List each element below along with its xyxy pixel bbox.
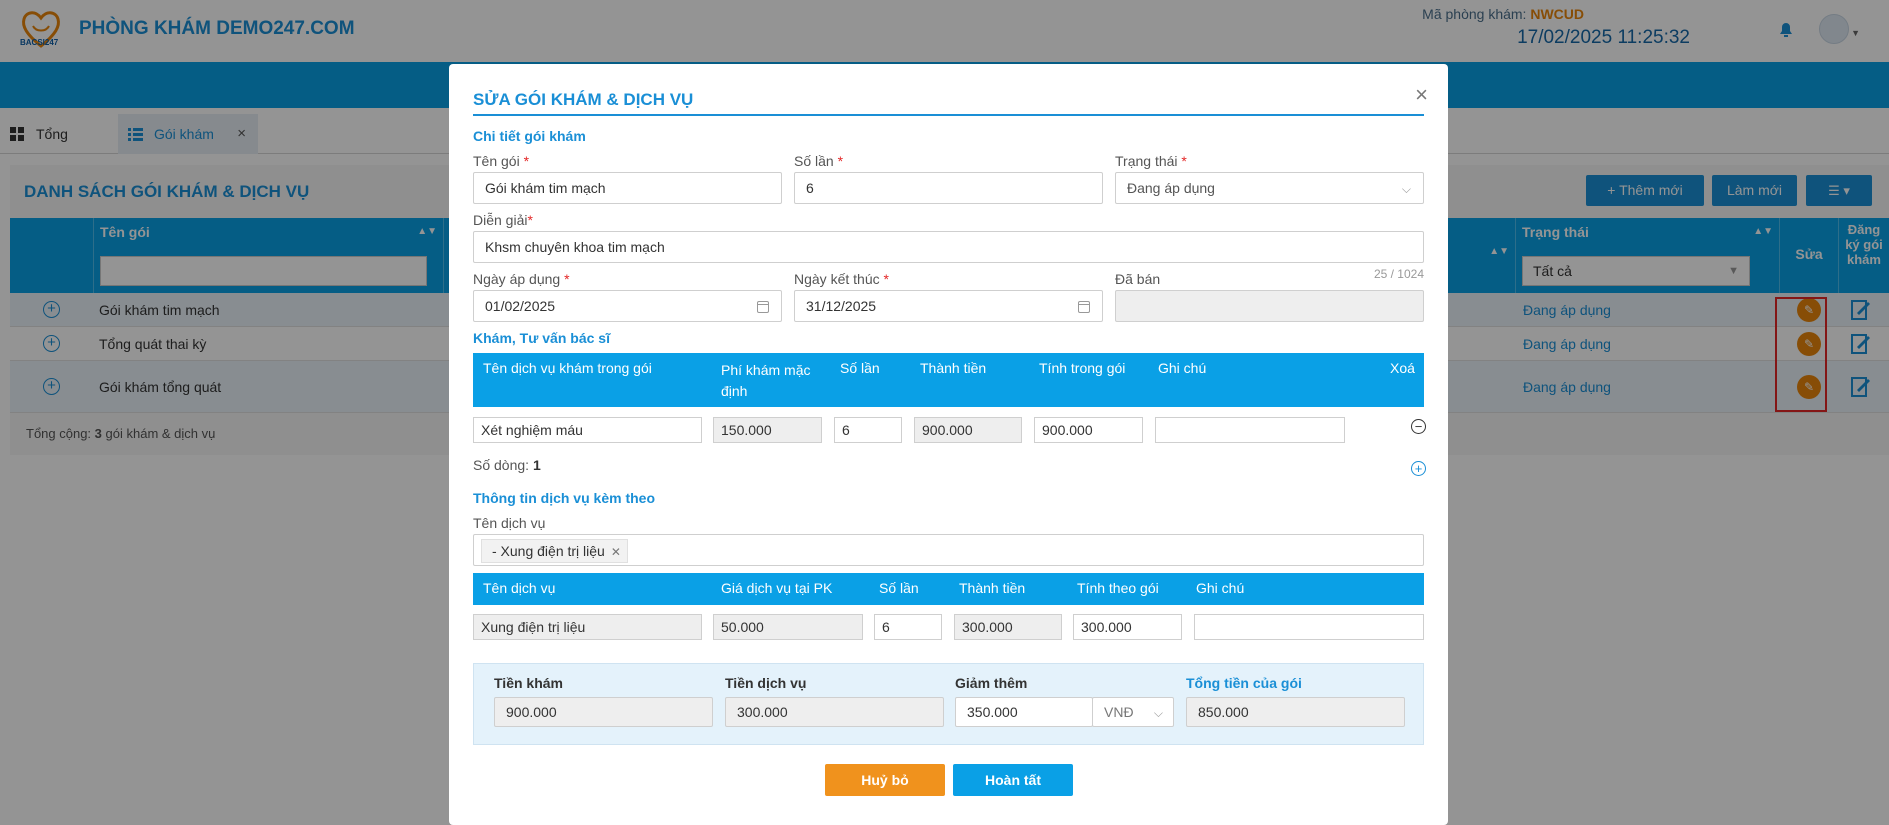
row-count-label: Số dòng: (473, 457, 530, 473)
start-date-value: 01/02/2025 (485, 298, 556, 314)
count-label-text: Số lần (794, 153, 834, 169)
service-note-input[interactable] (1194, 614, 1424, 640)
col-exam-name: Tên dịch vụ khám trong gói (483, 360, 652, 376)
exam-fee-field: 150.000 (713, 417, 822, 443)
exam-amount-field: 900.000 (914, 417, 1022, 443)
chevron-down-icon: ⌵ (1153, 706, 1163, 720)
name-label-text: Tên gói (473, 153, 520, 169)
status-label-text: Trạng thái (1115, 153, 1178, 169)
status-value: Đang áp dụng (1127, 180, 1215, 196)
calendar-icon (1078, 301, 1090, 313)
service-tag: - Xung điện trị liệu ✕ (481, 539, 628, 563)
exam-note-input[interactable] (1155, 417, 1345, 443)
col-service-price: Giá dịch vụ tại PK (721, 580, 833, 596)
service-fee-field: 300.000 (725, 697, 944, 727)
col-service-name: Tên dịch vụ (483, 580, 556, 596)
modal-title: SỬA GÓI KHÁM & DỊCH VỤ (473, 90, 694, 109)
service-name-field: Xung điện trị liệu (473, 614, 702, 640)
row-count-value: 1 (532, 457, 541, 473)
currency-value: VNĐ (1104, 704, 1134, 720)
service-price-field: 50.000 (713, 614, 863, 640)
done-button[interactable]: Hoàn tất (953, 764, 1073, 796)
package-name-input[interactable]: Gói khám tim mạch (473, 172, 782, 204)
service-label: Tên dịch vụ (473, 515, 546, 531)
start-label-text: Ngày áp dụng (473, 271, 561, 287)
col-exam-amount: Thành tiền (920, 360, 987, 376)
char-counter: 25 / 1024 (1373, 267, 1424, 281)
status-label: Trạng thái * (1115, 153, 1187, 169)
start-date-input[interactable]: 01/02/2025 (473, 290, 782, 322)
remove-row-icon[interactable]: − (1411, 419, 1426, 434)
col-exam-delete: Xoá (1390, 360, 1415, 376)
col-exam-note: Ghi chú (1158, 360, 1207, 376)
exam-fee-field: 900.000 (494, 697, 713, 727)
service-table-header: Tên dịch vụ Giá dịch vụ tại PK Số lần Th… (473, 573, 1424, 605)
discount-label: Giảm thêm (955, 675, 1028, 691)
currency-select[interactable]: VNĐ ⌵ (1092, 697, 1174, 727)
count-label: Số lần * (794, 153, 844, 169)
col-exam-count: Số lần (840, 360, 880, 376)
add-row-icon[interactable]: + (1411, 461, 1426, 476)
service-fee-label: Tiền dịch vụ (725, 675, 807, 691)
col-exam-fee: Phí khám mặc định (721, 362, 811, 399)
end-label-text: Ngày kết thúc (794, 271, 880, 287)
col-service-per-package: Tính theo gói (1077, 580, 1159, 596)
end-date-value: 31/12/2025 (806, 298, 877, 314)
summary-box: Tiền khám 900.000 Tiền dịch vụ 300.000 G… (473, 663, 1424, 745)
calendar-icon (757, 301, 769, 313)
edit-package-modal: SỬA GÓI KHÁM & DỊCH VỤ × Chi tiết gói kh… (449, 64, 1448, 825)
close-icon[interactable]: ✕ (611, 545, 621, 559)
chevron-down-icon: ⌵ (1401, 182, 1411, 196)
total-field: 850.000 (1186, 697, 1405, 727)
service-multiselect[interactable]: - Xung điện trị liệu ✕ (473, 534, 1424, 566)
service-per-package-input[interactable]: 300.000 (1073, 614, 1182, 640)
title-divider (473, 114, 1424, 116)
row-count: Số dòng: 1 (473, 457, 541, 473)
cancel-button[interactable]: Huỷ bỏ (825, 764, 945, 796)
sold-field (1115, 290, 1424, 322)
name-label: Tên gói * (473, 153, 530, 169)
section-exam: Khám, Tư vấn bác sĩ (473, 330, 610, 346)
desc-label: Diễn giải* (473, 212, 533, 228)
section-service: Thông tin dịch vụ kèm theo (473, 490, 655, 506)
end-date-label: Ngày kết thúc * (794, 271, 889, 287)
exam-count-input[interactable]: 6 (834, 417, 902, 443)
sold-label: Đã bán (1115, 271, 1161, 287)
close-icon[interactable]: × (1415, 82, 1428, 108)
service-tag-label: - Xung điện trị liệu (492, 543, 605, 559)
exam-fee-label: Tiền khám (494, 675, 563, 691)
section-detail: Chi tiết gói khám (473, 128, 586, 144)
total-label: Tổng tiền của gói (1186, 675, 1302, 691)
service-amount-field: 300.000 (954, 614, 1062, 640)
count-input[interactable]: 6 (794, 172, 1103, 204)
description-input[interactable]: Khsm chuyên khoa tim mạch (473, 231, 1424, 263)
exam-name-input[interactable]: Xét nghiệm máu (473, 417, 702, 443)
desc-label-text: Diễn giải (473, 212, 528, 228)
col-exam-in-package: Tính trong gói (1039, 360, 1126, 376)
start-date-label: Ngày áp dụng * (473, 271, 570, 287)
discount-input[interactable]: 350.000 (955, 697, 1093, 727)
col-service-amount: Thành tiền (959, 580, 1026, 596)
status-select[interactable]: Đang áp dụng ⌵ (1115, 172, 1424, 204)
service-count-input[interactable]: 6 (874, 614, 942, 640)
exam-table-header: Tên dịch vụ khám trong gói Phí khám mặc … (473, 353, 1424, 407)
col-service-count: Số lần (879, 580, 919, 596)
col-service-note: Ghi chú (1196, 580, 1245, 596)
end-date-input[interactable]: 31/12/2025 (794, 290, 1103, 322)
exam-in-package-input[interactable]: 900.000 (1034, 417, 1143, 443)
